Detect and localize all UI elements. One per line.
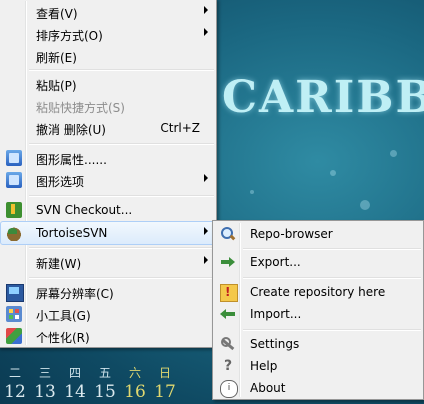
menu-item-view[interactable]: 查看(V) bbox=[1, 1, 214, 23]
menu-item-label: 图形选项 bbox=[36, 175, 85, 189]
menu-separator bbox=[29, 69, 214, 71]
menu-item-label: 撤消 删除(U) bbox=[36, 123, 106, 137]
menu-item-import[interactable]: Import... bbox=[215, 303, 421, 325]
menu-item-screen-resolution[interactable]: 屏幕分辨率(C) bbox=[1, 281, 214, 303]
menu-separator bbox=[243, 248, 421, 250]
submenu-arrow-icon bbox=[204, 28, 208, 36]
calendar-weekday: 日 bbox=[158, 366, 171, 380]
menu-item-graphics-properties[interactable]: 图形属性...... bbox=[1, 147, 214, 169]
menu-item-help[interactable]: ? Help bbox=[215, 355, 421, 377]
search-icon bbox=[220, 226, 236, 242]
wallpaper-brand-text: CARIBB bbox=[222, 72, 424, 123]
calendar-weekday: 二 bbox=[8, 366, 21, 380]
bubble-decoration bbox=[330, 170, 336, 176]
calendar-date[interactable]: 15 bbox=[90, 382, 120, 402]
calendar-weekday: 三 bbox=[38, 366, 51, 380]
calendar-date[interactable]: 12 bbox=[0, 382, 30, 402]
menu-item-shortcut: Ctrl+Z bbox=[160, 121, 200, 135]
desktop-context-menu: 查看(V) 排序方式(O) 刷新(E) 粘贴(P) 粘贴快捷方式(S) 撤消 删… bbox=[0, 0, 217, 348]
menu-item-label: About bbox=[250, 381, 286, 395]
import-arrow-icon bbox=[220, 306, 236, 322]
calendar-date[interactable]: 17 bbox=[150, 382, 180, 402]
menu-item-label: 图形属性...... bbox=[36, 153, 107, 167]
menu-item-label: Settings bbox=[250, 337, 300, 351]
menu-item-refresh[interactable]: 刷新(E) bbox=[1, 45, 214, 67]
submenu-arrow-icon bbox=[204, 174, 208, 182]
personalize-icon bbox=[6, 328, 22, 344]
menu-separator bbox=[29, 247, 214, 249]
menu-item-undo-delete[interactable]: 撤消 删除(U) Ctrl+Z bbox=[1, 117, 214, 139]
submenu-arrow-icon bbox=[204, 227, 208, 235]
menu-item-label: 小工具(G) bbox=[36, 309, 91, 323]
menu-item-label: 新建(W) bbox=[36, 257, 82, 271]
calendar-date[interactable]: 13 bbox=[30, 382, 60, 402]
gadgets-icon bbox=[6, 306, 22, 322]
menu-item-export[interactable]: Export... bbox=[215, 251, 421, 273]
calendar-date-row: 12 13 14 15 16 17 bbox=[0, 382, 215, 402]
bubble-decoration bbox=[360, 200, 370, 210]
menu-item-label: SVN Checkout... bbox=[36, 203, 133, 217]
menu-item-label: Help bbox=[250, 359, 278, 373]
menu-item-label: 粘贴快捷方式(S) bbox=[36, 101, 125, 115]
menu-item-sort-by[interactable]: 排序方式(O) bbox=[1, 23, 214, 45]
bubble-decoration bbox=[250, 190, 254, 194]
menu-item-graphics-options[interactable]: 图形选项 bbox=[1, 169, 214, 191]
calendar-date[interactable]: 14 bbox=[60, 382, 90, 402]
menu-separator bbox=[243, 329, 421, 331]
menu-item-personalize[interactable]: 个性化(R) bbox=[1, 325, 214, 347]
calendar-date[interactable]: 16 bbox=[120, 382, 150, 402]
about-info-icon: i bbox=[220, 380, 238, 398]
menu-item-repo-browser[interactable]: Repo-browser bbox=[215, 223, 421, 245]
menu-separator bbox=[243, 277, 421, 279]
help-icon: ? bbox=[223, 358, 233, 374]
submenu-arrow-icon bbox=[204, 256, 208, 264]
menu-item-label: Repo-browser bbox=[250, 227, 333, 241]
menu-item-settings[interactable]: Settings bbox=[215, 333, 421, 355]
menu-item-label: TortoiseSVN bbox=[36, 226, 108, 240]
svn-checkout-icon bbox=[6, 202, 22, 218]
menu-separator bbox=[29, 143, 214, 145]
menu-item-label: 粘贴(P) bbox=[36, 79, 77, 93]
menu-item-label: Export... bbox=[250, 255, 301, 269]
tortoise-svn-icon bbox=[6, 225, 22, 241]
menu-item-svn-checkout[interactable]: SVN Checkout... bbox=[1, 199, 214, 221]
menu-item-about[interactable]: i About bbox=[215, 377, 421, 399]
export-arrow-icon bbox=[220, 254, 236, 270]
menu-item-label: 排序方式(O) bbox=[36, 29, 103, 43]
menu-item-label: Create repository here bbox=[250, 285, 386, 299]
settings-wrench-icon bbox=[220, 336, 236, 352]
menu-item-label: 个性化(R) bbox=[36, 331, 90, 345]
menu-item-new[interactable]: 新建(W) bbox=[1, 251, 214, 273]
graphics-options-icon bbox=[6, 172, 22, 188]
menu-item-create-repository[interactable]: Create repository here bbox=[215, 281, 421, 303]
menu-separator bbox=[29, 277, 214, 279]
menu-item-paste[interactable]: 粘贴(P) bbox=[1, 73, 214, 95]
tortoise-svn-submenu: Repo-browser Export... Create repository… bbox=[212, 220, 424, 400]
menu-item-gadgets[interactable]: 小工具(G) bbox=[1, 303, 214, 325]
monitor-icon bbox=[6, 284, 24, 302]
calendar-weekday: 六 bbox=[128, 366, 141, 380]
calendar-weekday: 四 bbox=[68, 366, 81, 380]
menu-item-label: Import... bbox=[250, 307, 302, 321]
submenu-arrow-icon bbox=[204, 6, 208, 14]
menu-item-label: 屏幕分辨率(C) bbox=[36, 287, 114, 301]
graphics-properties-icon bbox=[6, 150, 22, 166]
bubble-decoration bbox=[390, 150, 397, 157]
calendar-weekday: 五 bbox=[98, 366, 111, 380]
calendar-gadget[interactable]: 二 三 四 五 六 日 12 13 14 15 16 17 bbox=[0, 360, 215, 404]
menu-item-tortoise-svn[interactable]: TortoiseSVN bbox=[0, 221, 215, 245]
create-repository-icon bbox=[220, 284, 238, 302]
menu-item-label: 刷新(E) bbox=[36, 51, 77, 65]
menu-separator bbox=[29, 195, 214, 197]
calendar-weekday-row: 二 三 四 五 六 日 bbox=[0, 364, 215, 381]
menu-item-paste-shortcut[interactable]: 粘贴快捷方式(S) bbox=[1, 95, 214, 117]
menu-item-label: 查看(V) bbox=[36, 7, 78, 21]
